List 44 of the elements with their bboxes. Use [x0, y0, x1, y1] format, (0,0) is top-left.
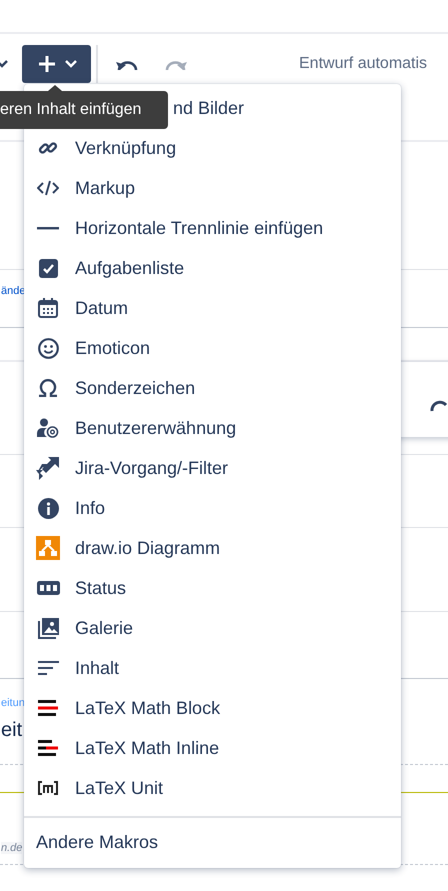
menu-item[interactable]: Verknüpfung: [24, 128, 401, 168]
insert-button[interactable]: [22, 45, 91, 83]
checkbox-icon: [38, 258, 58, 278]
horizontal-line-icon: [37, 226, 59, 230]
tooltip: eren Inhalt einfügen: [0, 91, 168, 129]
plus-icon: [36, 54, 56, 74]
autosave-status: Entwurf automatis: [299, 55, 428, 73]
menu-item[interactable]: Aufgabenliste: [24, 248, 401, 288]
diagram-icon: [36, 536, 60, 560]
gallery-icon: [38, 618, 58, 638]
menu-item[interactable]: Galerie: [24, 608, 401, 648]
menu-item[interactable]: Inhalt: [24, 648, 401, 688]
omega-icon: [38, 379, 58, 397]
contents-icon: [38, 660, 58, 676]
info-icon: [38, 498, 58, 518]
menu-item[interactable]: Markup: [24, 168, 401, 208]
menu-item[interactable]: LaTeX Math Inline: [24, 728, 401, 768]
menu-item[interactable]: Benutzererwähnung: [24, 408, 401, 448]
menu-item[interactable]: draw.io Diagramm: [24, 528, 401, 568]
url-text: n.de: [1, 842, 22, 854]
chevron-down-icon: [64, 60, 76, 68]
latex-inline-icon: [38, 740, 58, 756]
menu-item[interactable]: Datum: [24, 288, 401, 328]
smiley-icon: [38, 338, 58, 358]
latex-block-icon: [38, 700, 58, 716]
page-link[interactable]: ände: [1, 285, 26, 297]
menu-item[interactable]: LaTeX Math Block: [24, 688, 401, 728]
code-icon: [37, 180, 59, 196]
page-heading: eit: [1, 719, 22, 742]
latex-unit-icon: [38, 781, 58, 795]
menu-item[interactable]: Jira-Vorgang/-Filter: [24, 448, 401, 488]
calendar-icon: [38, 298, 58, 318]
menu-item[interactable]: LaTeX Unit: [24, 768, 401, 808]
jira-icon: [36, 456, 60, 480]
menu-item[interactable]: Horizontale Trennlinie einfügen: [24, 208, 401, 248]
menu-item[interactable]: Info: [24, 488, 401, 528]
status-icon: [36, 581, 60, 595]
menu-item[interactable]: Status: [24, 568, 401, 608]
menu-item[interactable]: Emoticon: [24, 328, 401, 368]
user-mention-icon: [37, 418, 59, 438]
menu-item[interactable]: Andere Makros: [24, 818, 401, 866]
tooltip-arrow: [48, 85, 62, 91]
spinner-icon: [430, 400, 448, 412]
menu-item[interactable]: Sonderzeichen: [24, 368, 401, 408]
